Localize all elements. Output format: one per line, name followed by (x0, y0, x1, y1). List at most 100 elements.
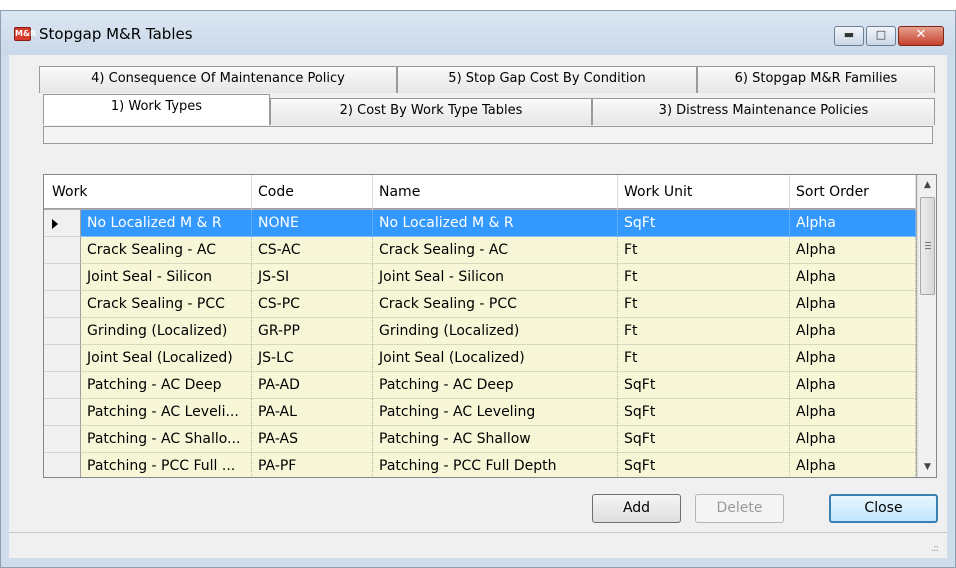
cell-work[interactable]: Patching - PCC Full ... (81, 453, 252, 477)
add-button[interactable]: Add (592, 494, 681, 523)
tab-cost-by-work-type-tables[interactable]: 2) Cost By Work Type Tables (270, 98, 592, 125)
cell-work[interactable]: Crack Sealing - PCC (81, 291, 252, 318)
cell-code[interactable]: CS-PC (252, 291, 373, 318)
cell-work[interactable]: Patching - AC Deep (81, 372, 252, 399)
grip-icon (925, 242, 931, 249)
cell-work-unit[interactable]: SqFt (618, 426, 790, 453)
tab-content-strip (43, 126, 933, 144)
current-row-arrow-icon (52, 219, 58, 229)
cell-name[interactable]: Crack Sealing - AC (373, 237, 618, 264)
cell-sort-order[interactable]: Alpha (790, 318, 916, 345)
dialog-client-area: 4) Consequence Of Maintenance Policy 5) … (9, 55, 947, 558)
tab-consequence-of-maintenance-policy[interactable]: 4) Consequence Of Maintenance Policy (39, 66, 397, 93)
cell-work-unit[interactable]: SqFt (618, 399, 790, 426)
tab-distress-maintenance-policies[interactable]: 3) Distress Maintenance Policies (592, 98, 935, 125)
cell-sort-order[interactable]: Alpha (790, 372, 916, 399)
status-bar: .:: (9, 532, 947, 558)
cell-work[interactable]: Patching - AC Leveli... (81, 399, 252, 426)
close-window-button[interactable]: ✕ (898, 26, 944, 46)
column-header-sort-order[interactable]: Sort Order (790, 175, 916, 209)
table-row[interactable]: Joint Seal - Silicon JS-SI Joint Seal - Si… (44, 264, 916, 291)
tab-work-types[interactable]: 1) Work Types (43, 94, 270, 125)
cell-work-unit[interactable]: Ft (618, 291, 790, 318)
row-header[interactable] (44, 453, 81, 477)
row-header[interactable] (44, 237, 81, 264)
cell-code[interactable]: GR-PP (252, 318, 373, 345)
app-window: M&R Stopgap M&R Tables ▬ □ ✕ 4) Conseque… (0, 10, 956, 568)
row-header[interactable] (44, 345, 81, 372)
scrollbar-thumb[interactable] (920, 197, 935, 295)
cell-sort-order[interactable]: Alpha (790, 210, 916, 237)
cell-name[interactable]: Grinding (Localized) (373, 318, 618, 345)
table-row[interactable]: Crack Sealing - PCC CS-PC Crack Sealing - … (44, 291, 916, 318)
column-header-code[interactable]: Code (252, 175, 373, 209)
row-header[interactable] (44, 399, 81, 426)
scroll-down-arrow-icon[interactable]: ▼ (918, 457, 936, 477)
delete-button[interactable]: Delete (695, 494, 784, 523)
row-header[interactable] (44, 264, 81, 291)
table-row[interactable]: Crack Sealing - AC CS-AC Crack Sealing - A… (44, 237, 916, 264)
cell-name[interactable]: Patching - AC Shallow (373, 426, 618, 453)
cell-work[interactable]: Joint Seal (Localized) (81, 345, 252, 372)
cell-code[interactable]: NONE (252, 210, 373, 237)
table-row[interactable]: Patching - AC Deep PA-AD Patching - AC Dee… (44, 372, 916, 399)
cell-work[interactable]: No Localized M & R (81, 210, 252, 237)
cell-work-unit[interactable]: Ft (618, 318, 790, 345)
table-row[interactable]: Patching - PCC Full ... PA-PF Patching - P… (44, 453, 916, 477)
minimize-button[interactable]: ▬ (834, 26, 864, 46)
cell-code[interactable]: PA-PF (252, 453, 373, 477)
cell-code[interactable]: PA-AL (252, 399, 373, 426)
maximize-button[interactable]: □ (866, 26, 896, 46)
cell-work[interactable]: Grinding (Localized) (81, 318, 252, 345)
cell-sort-order[interactable]: Alpha (790, 426, 916, 453)
table-row[interactable]: Patching - AC Shallo... PA-AS Patching - A… (44, 426, 916, 453)
close-button[interactable]: Close (829, 494, 938, 523)
vertical-scrollbar[interactable]: ▲ ▼ (917, 175, 936, 477)
table-row[interactable]: No Localized M & R NONE No Localized M & R… (44, 210, 916, 237)
row-header[interactable] (44, 318, 81, 345)
row-header[interactable] (44, 210, 81, 237)
cell-work-unit[interactable]: Ft (618, 264, 790, 291)
cell-work[interactable]: Joint Seal - Silicon (81, 264, 252, 291)
cell-code[interactable]: JS-LC (252, 345, 373, 372)
cell-work-unit[interactable]: SqFt (618, 372, 790, 399)
cell-sort-order[interactable]: Alpha (790, 345, 916, 372)
tab-stop-gap-cost-by-condition[interactable]: 5) Stop Gap Cost By Condition (397, 66, 697, 93)
cell-work[interactable]: Crack Sealing - AC (81, 237, 252, 264)
cell-code[interactable]: CS-AC (252, 237, 373, 264)
cell-name[interactable]: No Localized M & R (373, 210, 618, 237)
cell-sort-order[interactable]: Alpha (790, 237, 916, 264)
cell-work-unit[interactable]: SqFt (618, 210, 790, 237)
work-types-grid[interactable]: Work Code Name Work Unit Sort Order No L… (43, 174, 937, 478)
cell-work-unit[interactable]: Ft (618, 345, 790, 372)
cell-name[interactable]: Joint Seal - Silicon (373, 264, 618, 291)
column-header-name[interactable]: Name (373, 175, 618, 209)
scroll-up-arrow-icon[interactable]: ▲ (918, 175, 936, 195)
tab-stopgap-mr-families[interactable]: 6) Stopgap M&R Families (697, 66, 935, 93)
cell-sort-order[interactable]: Alpha (790, 291, 916, 318)
table-row[interactable]: Joint Seal (Localized) JS-LC Joint Seal (L… (44, 345, 916, 372)
cell-name[interactable]: Patching - PCC Full Depth (373, 453, 618, 477)
column-header-work[interactable]: Work (44, 175, 252, 209)
cell-work-unit[interactable]: SqFt (618, 453, 790, 477)
cell-code[interactable]: PA-AD (252, 372, 373, 399)
cell-name[interactable]: Patching - AC Deep (373, 372, 618, 399)
column-header-work-unit[interactable]: Work Unit (618, 175, 790, 209)
cell-code[interactable]: PA-AS (252, 426, 373, 453)
row-header[interactable] (44, 372, 81, 399)
cell-name[interactable]: Patching - AC Leveling (373, 399, 618, 426)
row-header[interactable] (44, 291, 81, 318)
cell-code[interactable]: JS-SI (252, 264, 373, 291)
cell-name[interactable]: Crack Sealing - PCC (373, 291, 618, 318)
cell-work-unit[interactable]: Ft (618, 237, 790, 264)
table-row[interactable]: Grinding (Localized) GR-PP Grinding (Local… (44, 318, 916, 345)
cell-sort-order[interactable]: Alpha (790, 399, 916, 426)
size-grip-icon[interactable]: .:: (931, 543, 943, 555)
table-row[interactable]: Patching - AC Leveli... PA-AL Patching - A… (44, 399, 916, 426)
title-bar[interactable]: M&R Stopgap M&R Tables ▬ □ ✕ (1, 11, 955, 55)
cell-work[interactable]: Patching - AC Shallo... (81, 426, 252, 453)
cell-sort-order[interactable]: Alpha (790, 264, 916, 291)
cell-name[interactable]: Joint Seal (Localized) (373, 345, 618, 372)
cell-sort-order[interactable]: Alpha (790, 453, 916, 477)
row-header[interactable] (44, 426, 81, 453)
